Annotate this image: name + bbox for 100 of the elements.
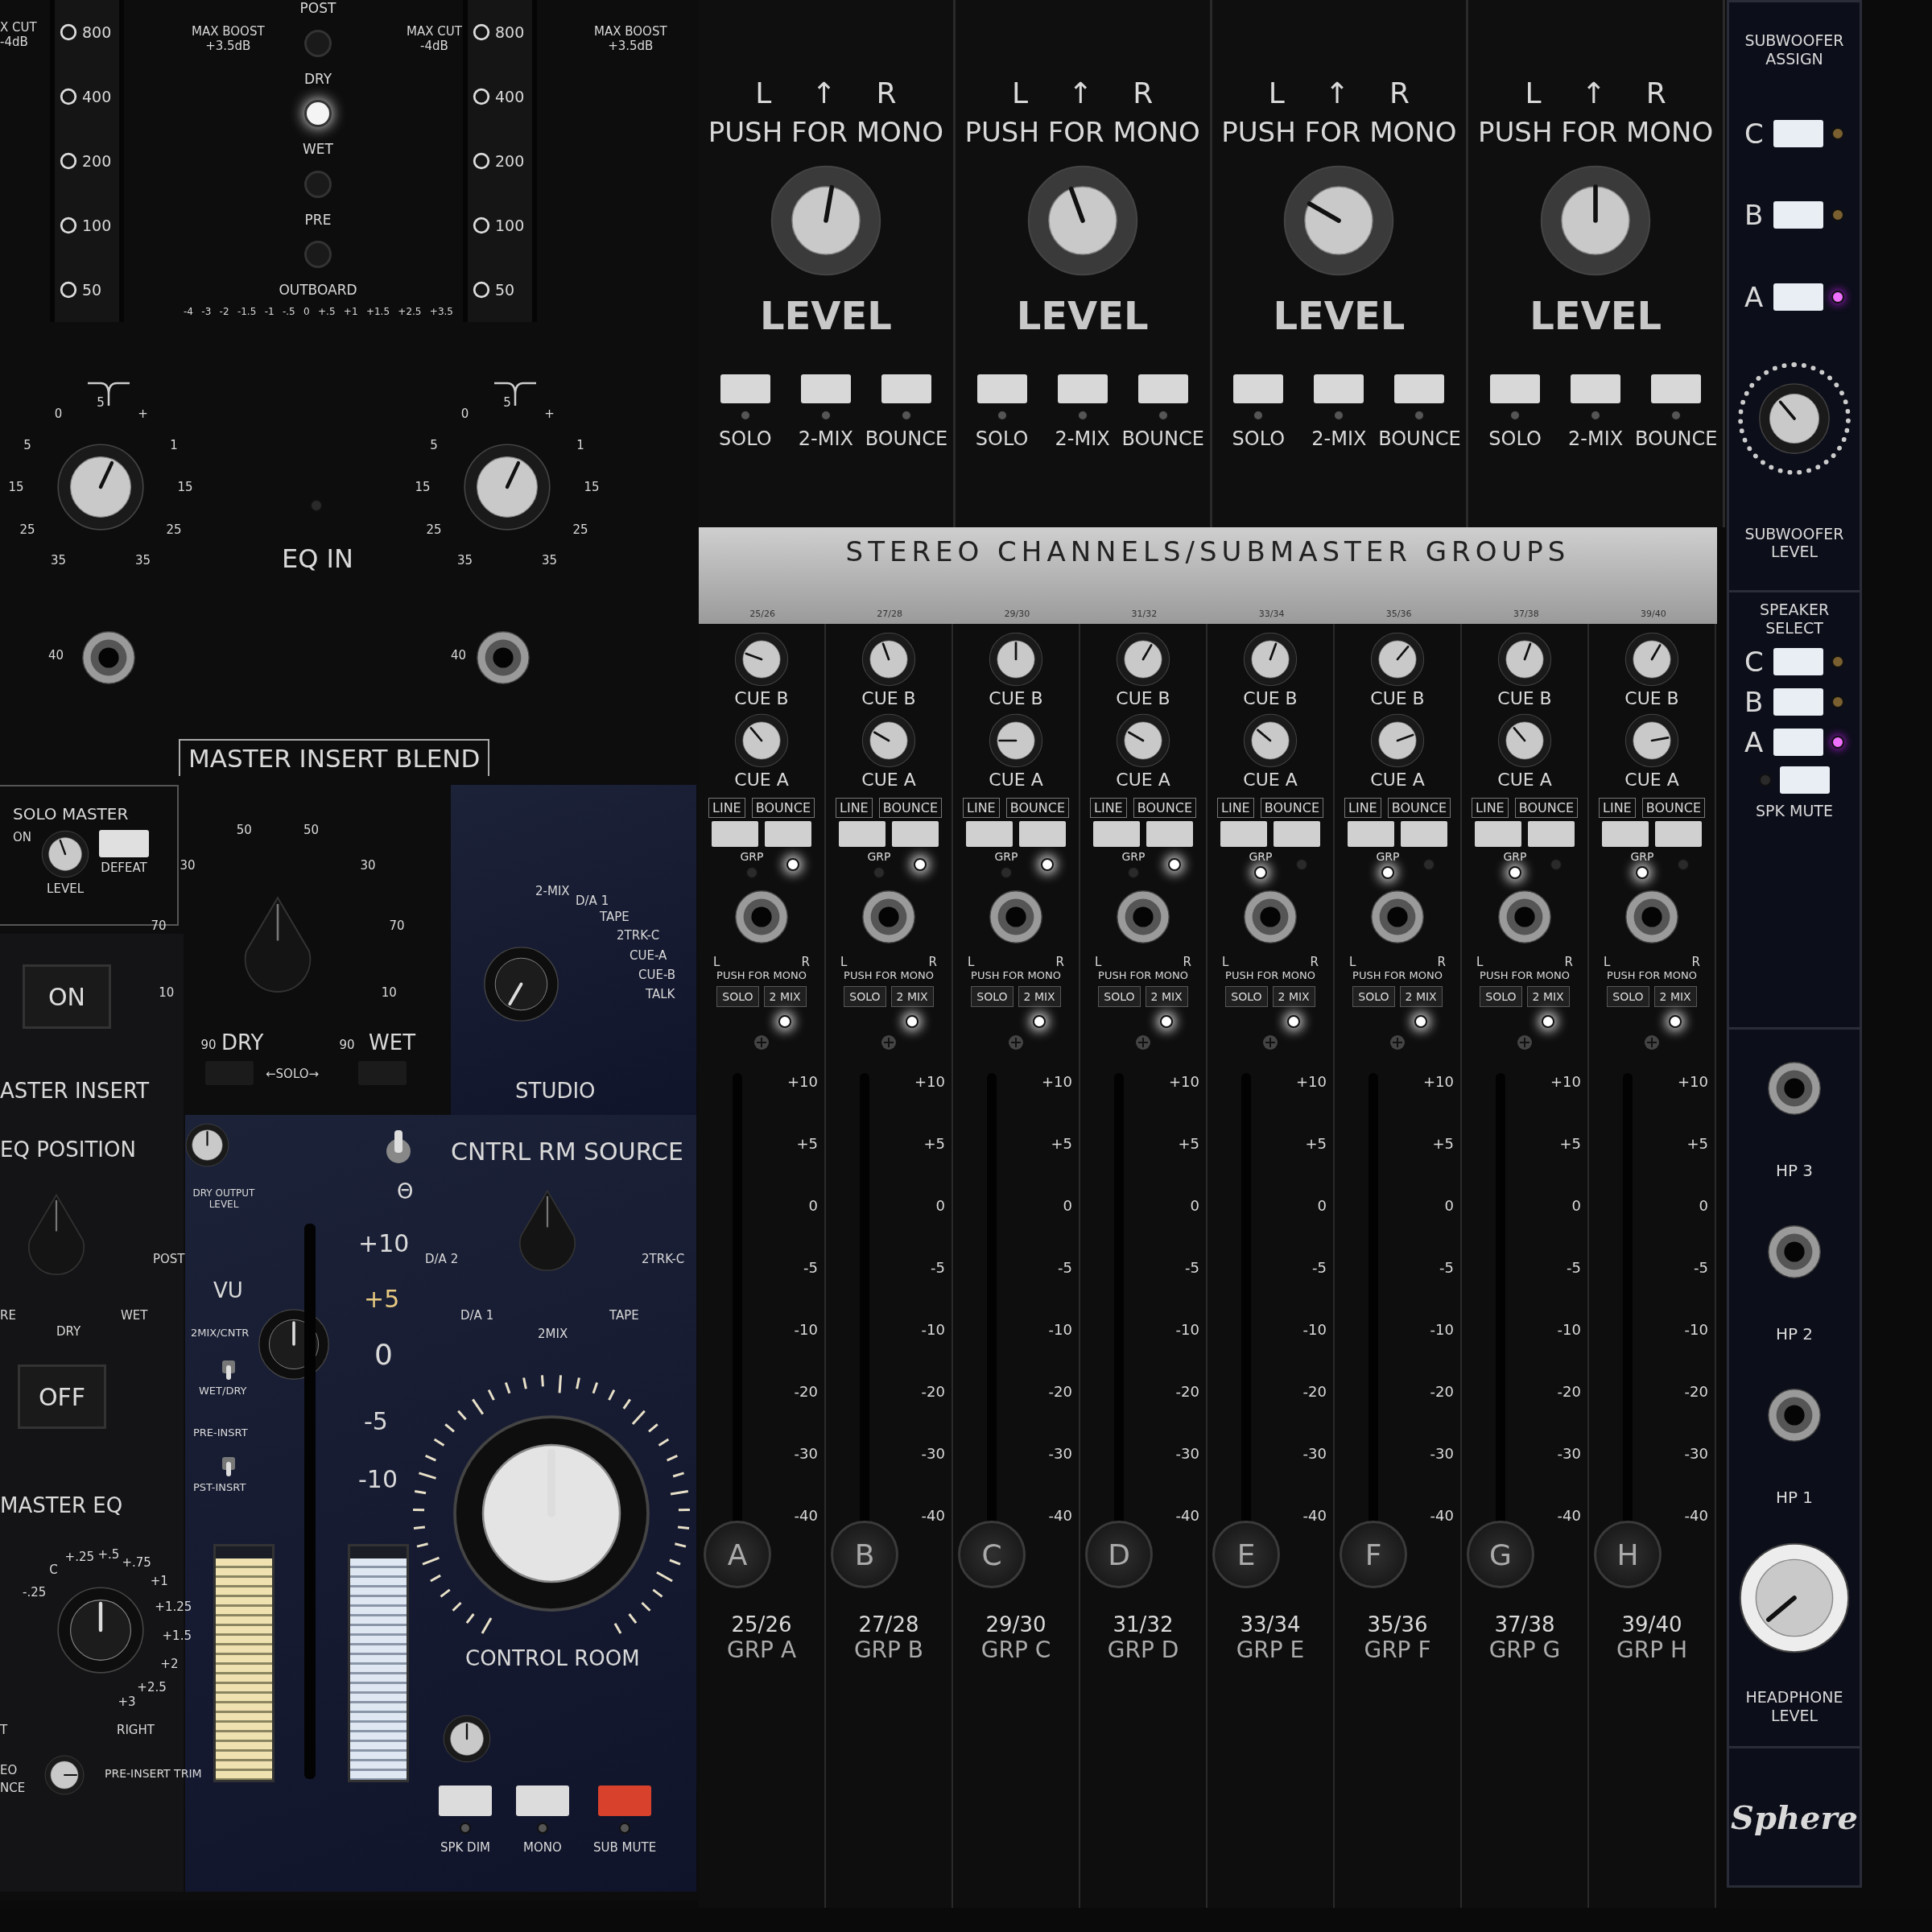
push-button[interactable]: 2 MIX: [1272, 986, 1315, 1007]
knob[interactable]: [44, 1755, 85, 1795]
scale-label: -5: [1058, 1259, 1072, 1276]
jack-socket[interactable]: [1766, 1224, 1823, 1281]
fader-knob[interactable]: D: [1085, 1521, 1153, 1588]
selector-label: POST: [153, 1252, 185, 1266]
push-button[interactable]: [1773, 728, 1823, 756]
jack-socket[interactable]: [1624, 889, 1680, 945]
push-button[interactable]: SOLO: [1098, 986, 1141, 1007]
fader-knob[interactable]: B: [831, 1521, 898, 1588]
jack-socket[interactable]: [1242, 889, 1298, 945]
jack-socket[interactable]: [733, 889, 790, 945]
knob[interactable]: [463, 443, 551, 531]
push-button[interactable]: [1773, 201, 1823, 229]
jack-socket[interactable]: [475, 630, 531, 686]
jack-socket[interactable]: [80, 630, 137, 686]
knob[interactable]: [56, 443, 145, 531]
button-label: C: [1744, 645, 1765, 678]
knob-label: DRY OUTPUT LEVEL: [192, 1187, 256, 1210]
panel-label: 40: [48, 648, 64, 663]
screw-icon: [1008, 1034, 1024, 1051]
knob[interactable]: [1243, 713, 1298, 768]
scale-label: 15: [584, 480, 600, 494]
scale-label: 30: [180, 858, 196, 873]
scale-label: +10: [358, 1229, 410, 1257]
push-button[interactable]: SOLO: [716, 986, 759, 1007]
knob[interactable]: [861, 632, 916, 687]
push-button[interactable]: 2 MIX: [763, 986, 807, 1007]
knob[interactable]: [1243, 632, 1298, 687]
knob[interactable]: [1497, 632, 1552, 687]
button-label: BOUNCE: [865, 427, 948, 450]
fader-knob[interactable]: C: [958, 1521, 1026, 1588]
knob[interactable]: [1624, 632, 1679, 687]
fader-knob[interactable]: E: [1212, 1521, 1280, 1588]
knob[interactable]: [734, 632, 789, 687]
jack-socket[interactable]: [988, 889, 1044, 945]
selector-label: 2-MIX: [535, 884, 570, 898]
push-button[interactable]: SOLO: [1607, 986, 1649, 1007]
push-button[interactable]: 2 MIX: [1399, 986, 1443, 1007]
fader-knob[interactable]: H: [1594, 1521, 1662, 1588]
push-button[interactable]: [1773, 119, 1823, 147]
push-button[interactable]: ON: [23, 964, 111, 1029]
push-button[interactable]: SOLO: [1225, 986, 1268, 1007]
knob[interactable]: [1370, 713, 1425, 768]
knob[interactable]: [1370, 632, 1425, 687]
knob[interactable]: [1116, 713, 1170, 768]
knob[interactable]: [451, 1413, 652, 1614]
scale-label: 5: [503, 395, 511, 410]
jack-socket[interactable]: [861, 889, 917, 945]
push-button[interactable]: [1780, 766, 1830, 794]
knob[interactable]: [185, 1123, 229, 1167]
knob[interactable]: [1026, 164, 1139, 277]
push-button[interactable]: 2 MIX: [1526, 986, 1570, 1007]
push-button[interactable]: 2 MIX: [1018, 986, 1061, 1007]
knob[interactable]: [861, 713, 916, 768]
scale-label: 5: [430, 437, 438, 452]
knob[interactable]: [769, 164, 882, 277]
scale-label: -40: [1302, 1507, 1327, 1524]
push-button[interactable]: SOLO: [1352, 986, 1395, 1007]
frequency-selector[interactable]: 800 400 200 100 50: [463, 0, 537, 322]
push-button[interactable]: 2 MIX: [1653, 986, 1697, 1007]
pan-label: R: [1691, 955, 1700, 969]
knob[interactable]: [734, 713, 789, 768]
push-button[interactable]: OFF: [18, 1364, 106, 1429]
knob[interactable]: [989, 713, 1043, 768]
jack-socket[interactable]: [1115, 889, 1171, 945]
push-button[interactable]: 2 MIX: [890, 986, 934, 1007]
jack-socket[interactable]: [1369, 889, 1426, 945]
scale-label: 0: [808, 1197, 818, 1214]
knob[interactable]: [989, 632, 1043, 687]
frequency-selector[interactable]: 800 400 200 100 50: [50, 0, 124, 322]
knob[interactable]: [1282, 164, 1396, 277]
fader-knob[interactable]: G: [1467, 1521, 1534, 1588]
jack-socket[interactable]: [1496, 889, 1553, 945]
jack-socket[interactable]: [1766, 1060, 1823, 1117]
knob[interactable]: [41, 830, 90, 878]
led-icon: [310, 499, 323, 512]
scale-label: -40: [1048, 1507, 1072, 1524]
push-button[interactable]: [1773, 283, 1823, 311]
pan-label: L: [1268, 76, 1285, 109]
knob[interactable]: [1116, 632, 1170, 687]
knob[interactable]: [1758, 382, 1831, 456]
knob[interactable]: [1497, 713, 1552, 768]
push-button[interactable]: [1773, 647, 1823, 675]
push-button[interactable]: SOLO: [1480, 986, 1522, 1007]
button-label: BOUNCE: [1005, 798, 1069, 818]
fader-knob[interactable]: F: [1340, 1521, 1407, 1588]
arrow-label: ↑: [1581, 76, 1606, 109]
push-button[interactable]: SOLO: [844, 986, 886, 1007]
push-button[interactable]: [1773, 687, 1823, 716]
knob[interactable]: [1624, 713, 1679, 768]
knob[interactable]: [1539, 164, 1653, 277]
button-label: SPK MUTE: [1755, 801, 1834, 820]
knob[interactable]: [443, 1715, 491, 1763]
push-button[interactable]: SOLO: [971, 986, 1013, 1007]
knob[interactable]: [1738, 1541, 1851, 1654]
jack-socket[interactable]: [1766, 1387, 1823, 1444]
fader-knob[interactable]: A: [704, 1521, 771, 1588]
selector-label: 2MIX: [538, 1327, 568, 1341]
push-button[interactable]: 2 MIX: [1145, 986, 1188, 1007]
